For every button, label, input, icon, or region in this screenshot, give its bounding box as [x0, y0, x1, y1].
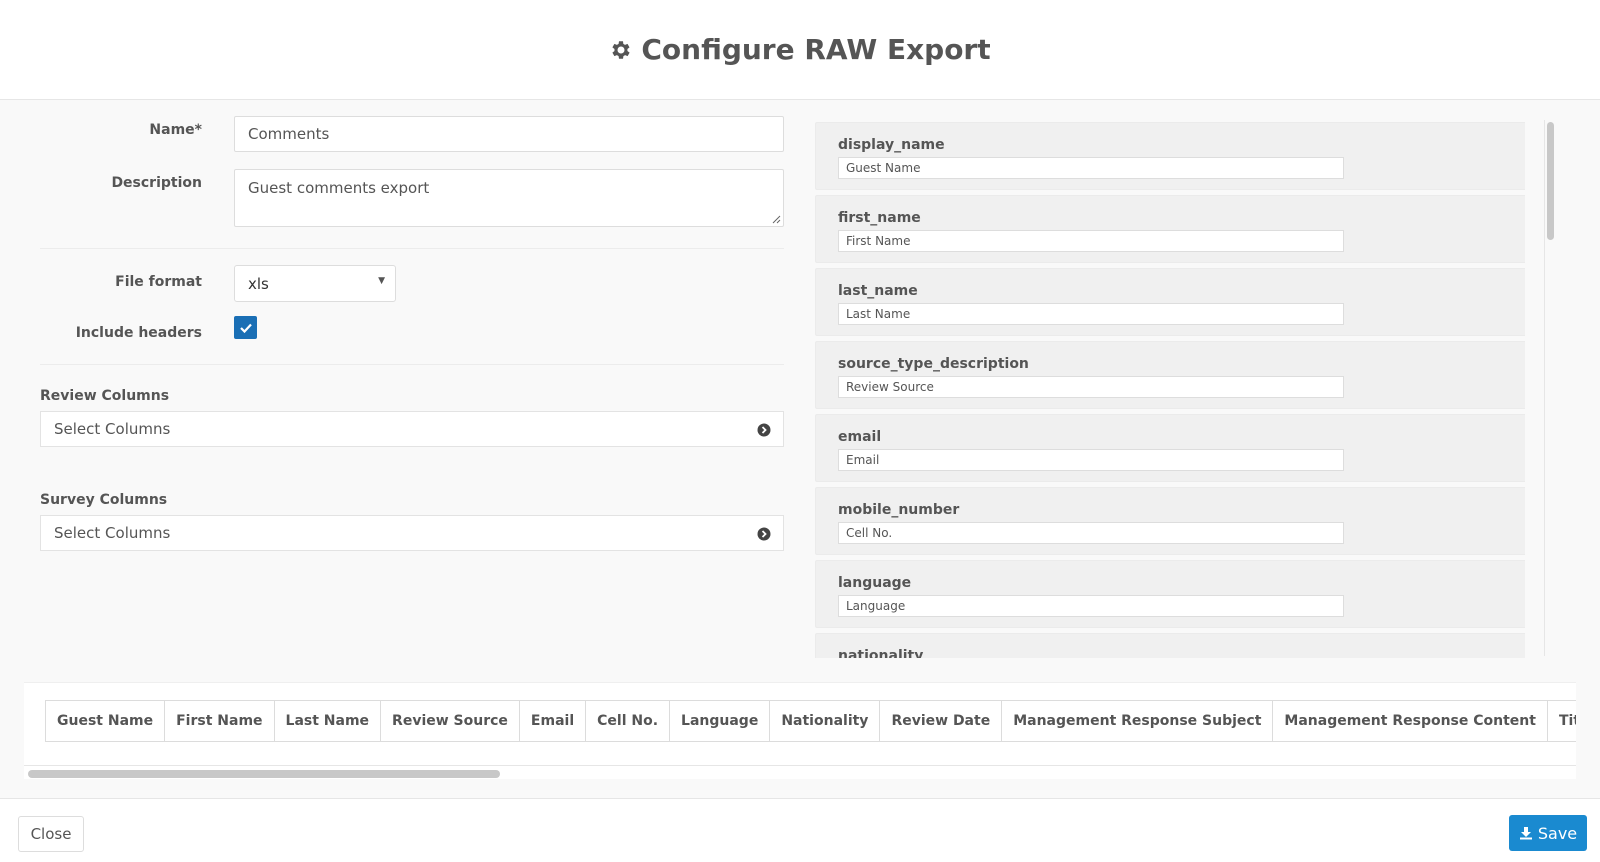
- survey-columns-label: Survey Columns: [40, 492, 168, 508]
- save-button-label: Save: [1537, 823, 1578, 843]
- review-columns-label: Review Columns: [40, 388, 170, 404]
- field-key: language: [838, 575, 912, 591]
- resize-grip-icon[interactable]: [772, 215, 781, 224]
- caret-down-icon: ▼: [378, 276, 385, 286]
- column-header[interactable]: Nationality: [769, 700, 881, 742]
- field-key: display_name: [838, 137, 945, 153]
- review-columns-select[interactable]: Select Columns: [40, 411, 784, 447]
- column-header[interactable]: Cell No.: [585, 700, 671, 742]
- column-header[interactable]: Management Response Content: [1272, 700, 1548, 742]
- column-header[interactable]: Last Name: [273, 700, 382, 742]
- arrow-circle-right-icon: [757, 527, 771, 541]
- column-preview: Guest Name First Name Last Name Review S…: [24, 682, 1576, 782]
- field-card: email Email: [815, 414, 1525, 482]
- field-card: last_name Last Name: [815, 268, 1525, 336]
- file-format-value: xls: [248, 274, 269, 293]
- include-headers-label: Include headers: [75, 325, 202, 341]
- field-key: nationality: [838, 648, 924, 658]
- horizontal-scrollbar-thumb[interactable]: [28, 770, 500, 778]
- vertical-scrollbar-thumb[interactable]: [1547, 122, 1554, 240]
- field-label-input[interactable]: Review Source: [838, 376, 1344, 398]
- arrow-circle-right-icon: [757, 423, 771, 437]
- column-header[interactable]: First Name: [164, 700, 275, 742]
- field-label-input[interactable]: Email: [838, 449, 1344, 471]
- field-mapping-panel[interactable]: display_name Guest Name first_name First…: [815, 120, 1525, 658]
- field-label-input[interactable]: Language: [838, 595, 1344, 617]
- check-icon: [239, 323, 252, 333]
- column-preview-viewport: Guest Name First Name Last Name Review S…: [24, 683, 1576, 765]
- vertical-scrollbar[interactable]: [1544, 120, 1554, 656]
- modal-footer: Close Save: [0, 798, 1600, 862]
- name-label: Name*: [149, 122, 202, 138]
- field-key: email: [838, 429, 882, 445]
- field-key: last_name: [838, 283, 918, 299]
- description-textarea[interactable]: Guest comments export: [234, 169, 784, 227]
- field-card: nationality: [815, 633, 1525, 658]
- modal-title: Configure RAW Export: [609, 33, 991, 66]
- field-card: first_name First Name: [815, 195, 1525, 263]
- download-icon: [1519, 827, 1532, 840]
- column-header[interactable]: Guest Name: [44, 700, 166, 742]
- field-key: first_name: [838, 210, 921, 226]
- column-header[interactable]: Title of the Review: [1546, 700, 1576, 742]
- field-card: language Language: [815, 560, 1525, 628]
- survey-columns-select[interactable]: Select Columns: [40, 515, 784, 551]
- field-label-input[interactable]: Last Name: [838, 303, 1344, 325]
- field-label-input[interactable]: First Name: [838, 230, 1344, 252]
- field-label-input[interactable]: Cell No.: [838, 522, 1344, 544]
- modal-title-text: Configure RAW Export: [641, 33, 991, 66]
- description-label: Description: [111, 175, 202, 191]
- save-button[interactable]: Save: [1509, 815, 1587, 851]
- column-header[interactable]: Management Response Subject: [1001, 700, 1274, 742]
- field-card: mobile_number Cell No.: [815, 487, 1525, 555]
- divider: [40, 364, 784, 365]
- close-button[interactable]: Close: [18, 816, 84, 852]
- column-header[interactable]: Email: [518, 700, 587, 742]
- column-preview-table: Guest Name First Name Last Name Review S…: [44, 700, 1576, 742]
- survey-columns-placeholder: Select Columns: [54, 524, 171, 542]
- field-card: source_type_description Review Source: [815, 341, 1525, 409]
- table-header-row: Guest Name First Name Last Name Review S…: [44, 700, 1576, 742]
- include-headers-checkbox[interactable]: [234, 316, 257, 339]
- field-key: mobile_number: [838, 502, 960, 518]
- gear-icon: [609, 38, 633, 62]
- horizontal-scrollbar[interactable]: [24, 765, 1576, 779]
- name-input[interactable]: Comments: [234, 116, 784, 152]
- description-text: Guest comments export: [248, 179, 430, 197]
- column-header[interactable]: Review Source: [380, 700, 520, 742]
- modal-header: Configure RAW Export: [0, 0, 1600, 100]
- field-card: display_name Guest Name: [815, 122, 1525, 190]
- field-label-input[interactable]: Guest Name: [838, 157, 1344, 179]
- field-key: source_type_description: [838, 356, 1029, 372]
- file-format-label: File format: [115, 274, 202, 290]
- review-columns-placeholder: Select Columns: [54, 420, 171, 438]
- file-format-select[interactable]: xls ▼: [234, 265, 396, 302]
- column-header[interactable]: Review Date: [879, 700, 1003, 742]
- divider: [40, 248, 784, 249]
- column-header[interactable]: Language: [669, 700, 771, 742]
